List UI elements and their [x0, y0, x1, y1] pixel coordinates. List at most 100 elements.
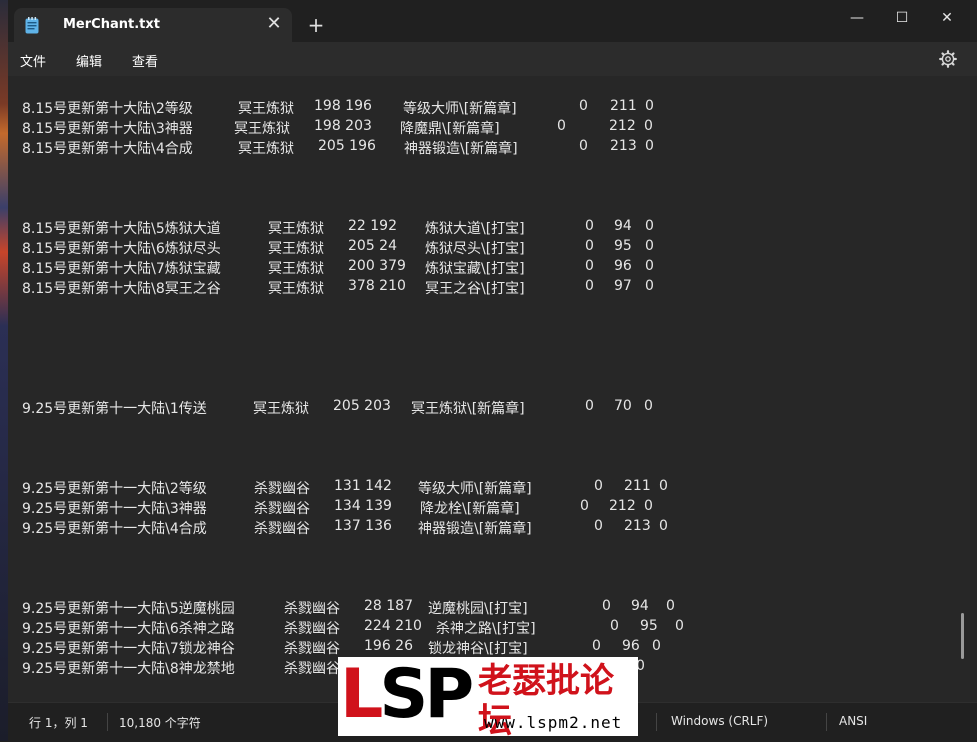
text-field: 杀戮幽谷 — [284, 661, 340, 677]
text-field: 杀戮幽谷 — [254, 481, 310, 497]
text-field: 0 — [645, 138, 654, 154]
text-field: 等级大师\[新篇章] — [403, 101, 517, 117]
text-field: 8.15号更新第十大陆\3神器 — [22, 121, 193, 137]
text-field: 0 — [592, 638, 601, 654]
text-field: 96 — [622, 638, 640, 654]
notepad-window: MerChant.txt ✕ + — ☐ ✕ 文件 编辑 查看 8.15号更新第… — [8, 0, 977, 742]
text-field: 0 — [644, 398, 653, 414]
text-field: 378 210 — [348, 278, 406, 294]
text-field: 杀戮幽谷 — [284, 641, 340, 657]
text-field: 0 — [675, 618, 684, 634]
text-field: 131 142 — [334, 478, 392, 494]
new-tab-button[interactable]: + — [306, 15, 326, 35]
text-field: 28 187 — [364, 598, 413, 614]
text-field: 0 — [644, 118, 653, 134]
text-field: 95 — [614, 238, 632, 254]
close-window-button[interactable]: ✕ — [924, 4, 970, 32]
text-field: 9.25号更新第十一大陆\8神龙禁地 — [22, 661, 235, 677]
text-field: 神器锻造\[新篇章] — [404, 141, 518, 157]
menu-edit[interactable]: 编辑 — [76, 51, 102, 70]
status-separator — [656, 713, 657, 731]
tab-title: MerChant.txt — [63, 17, 160, 32]
text-field: 97 — [614, 278, 632, 294]
text-field: 213 — [624, 518, 651, 534]
text-field: 200 379 — [348, 258, 406, 274]
text-field: 0 — [645, 258, 654, 274]
text-field: 205 24 — [348, 238, 397, 254]
forum-watermark-logo: LSP 老瑟批论坛 www.lspm2.net — [338, 655, 638, 741]
text-field: 杀神之路\[打宝] — [436, 621, 536, 637]
text-field: 0 — [557, 118, 566, 134]
text-field: 9.25号更新第十一大陆\7锁龙神谷 — [22, 641, 235, 657]
desktop-background-strip — [0, 0, 8, 741]
text-field: 0 — [644, 498, 653, 514]
text-field: 198 203 — [314, 118, 372, 134]
text-field: 冥王炼狱 — [268, 221, 324, 237]
watermark-lsp: LSP — [340, 655, 474, 734]
text-field: 降魔鼎\[新篇章] — [400, 121, 500, 137]
maximize-button[interactable]: ☐ — [879, 4, 925, 32]
text-field: 8.15号更新第十大陆\4合成 — [22, 141, 193, 157]
character-count: 10,180 个字符 — [119, 716, 201, 730]
text-field: 70 — [614, 398, 632, 414]
text-field: 0 — [580, 498, 589, 514]
text-field: 211 — [624, 478, 651, 494]
menu-view[interactable]: 查看 — [132, 51, 158, 70]
close-tab-icon[interactable]: ✕ — [264, 14, 284, 34]
text-field: 134 139 — [334, 498, 392, 514]
text-field: 0 — [585, 398, 594, 414]
text-field: 9.25号更新第十一大陆\4合成 — [22, 521, 207, 537]
text-field: 冥王炼狱 — [268, 241, 324, 257]
text-field: 等级大师\[新篇章] — [418, 481, 532, 497]
settings-gear-icon[interactable] — [939, 50, 957, 68]
text-field: 8.15号更新第十大陆\6炼狱尽头 — [22, 241, 221, 257]
text-field: 0 — [666, 598, 675, 614]
text-field: 0 — [585, 238, 594, 254]
text-field: 冥王炼狱 — [268, 261, 324, 277]
text-field: 杀戮幽谷 — [254, 521, 310, 537]
text-field: 冥王之谷\[打宝] — [425, 281, 525, 297]
text-field: 冥王炼狱 — [238, 141, 294, 157]
text-field: 0 — [579, 138, 588, 154]
text-field: 冥王炼狱 — [268, 281, 324, 297]
tab-merchant-txt[interactable]: MerChant.txt ✕ — [14, 8, 292, 42]
text-field: 9.25号更新第十一大陆\5逆魔桃园 — [22, 601, 235, 617]
text-field: 94 — [631, 598, 649, 614]
text-field: 0 — [652, 638, 661, 654]
menu-file[interactable]: 文件 — [20, 51, 46, 70]
encoding[interactable]: ANSI — [839, 714, 867, 728]
text-field: 0 — [645, 98, 654, 114]
text-field: 0 — [645, 218, 654, 234]
text-field: 9.25号更新第十一大陆\1传送 — [22, 401, 207, 417]
text-field: 0 — [594, 518, 603, 534]
text-field: 0 — [579, 98, 588, 114]
text-field: 冥王炼狱\[新篇章] — [411, 401, 525, 417]
text-field: 9.25号更新第十一大陆\3神器 — [22, 501, 207, 517]
text-field: 0 — [585, 218, 594, 234]
text-field: 杀戮幽谷 — [284, 601, 340, 617]
text-field: 0 — [594, 478, 603, 494]
minimize-button[interactable]: — — [834, 4, 880, 32]
text-editor-area[interactable]: 8.15号更新第十大陆\2等级 冥王炼狱 198 196 等级大师\[新篇章] 0 211… — [8, 76, 977, 702]
text-field: 杀戮幽谷 — [284, 621, 340, 637]
text-field: 炼狱宝藏\[打宝] — [425, 261, 525, 277]
text-field: 神器锻造\[新篇章] — [418, 521, 532, 537]
text-field: 炼狱大道\[打宝] — [425, 221, 525, 237]
text-field: 冥王炼狱 — [234, 121, 290, 137]
text-field: 0 — [645, 238, 654, 254]
text-field: 137 136 — [334, 518, 392, 534]
text-field: 0 — [659, 478, 668, 494]
text-field: 212 — [609, 118, 636, 134]
text-field: 224 210 — [364, 618, 422, 634]
cursor-position[interactable]: 行 1，列 1 — [29, 714, 88, 731]
text-field: 0 — [610, 618, 619, 634]
vertical-scrollbar-thumb[interactable] — [961, 613, 964, 659]
text-field: 9.25号更新第十一大陆\2等级 — [22, 481, 207, 497]
text-field: 0 — [602, 598, 611, 614]
text-field: 杀戮幽谷 — [254, 501, 310, 517]
notepad-icon — [25, 17, 39, 34]
text-field: 8.15号更新第十大陆\2等级 — [22, 101, 193, 117]
line-ending[interactable]: Windows (CRLF) — [671, 714, 768, 728]
text-field: 9.25号更新第十一大陆\6杀神之路 — [22, 621, 235, 637]
text-field: 0 — [659, 518, 668, 534]
